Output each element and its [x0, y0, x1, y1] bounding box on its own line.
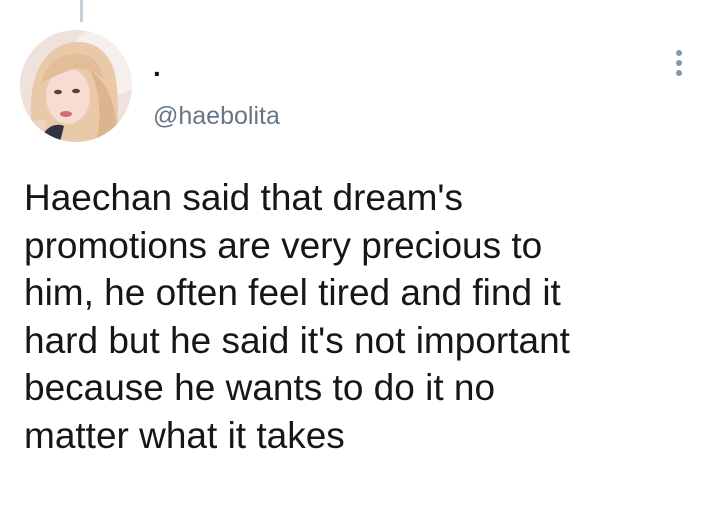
thread-connector-line	[80, 0, 83, 22]
avatar[interactable]	[20, 30, 132, 142]
tweet-text: Haechan said that dream's promotions are…	[24, 174, 704, 459]
more-vertical-icon	[676, 50, 682, 76]
more-options-button[interactable]	[664, 44, 694, 88]
tweet-text-line: him, he often feel tired and find it	[24, 272, 561, 313]
tweet-text-line: Haechan said that dream's	[24, 177, 463, 218]
tweet-text-line: matter what it takes	[24, 414, 345, 456]
user-handle[interactable]: @haebolita	[153, 101, 280, 131]
tweet-text-line: promotions are very precious to	[24, 224, 543, 266]
tweet-text-line: hard but he said it's not important	[24, 319, 570, 361]
tweet-text-line: because he wants to do it no	[24, 367, 496, 408]
display-name[interactable]: .	[153, 50, 161, 84]
profile-photo-icon	[20, 30, 132, 142]
